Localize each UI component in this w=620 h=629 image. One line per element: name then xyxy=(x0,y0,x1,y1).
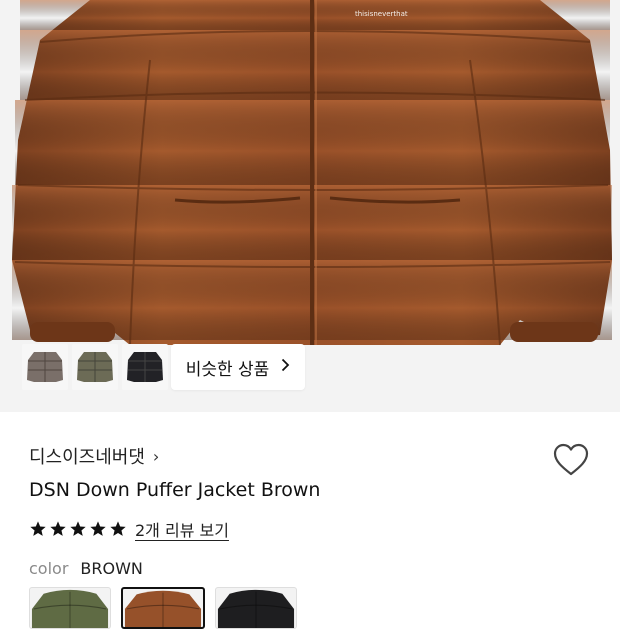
olive-jacket-thumbnail xyxy=(77,352,113,382)
review-link[interactable]: 2개 리뷰 보기 xyxy=(135,517,229,541)
favorite-button[interactable] xyxy=(552,442,590,478)
star-icon xyxy=(70,521,86,536)
product-image[interactable]: thisisneverthat 비슷한 상품 xyxy=(0,0,620,412)
rating-row: 2개 리뷰 보기 xyxy=(29,517,229,541)
heart-icon xyxy=(553,443,589,476)
brand-link[interactable]: 디스이즈네버댓 › xyxy=(29,443,159,469)
thumbnail-olive[interactable] xyxy=(72,344,118,390)
chest-logo-text: thisisneverthat xyxy=(355,10,408,18)
green-jacket-swatch-icon xyxy=(31,589,109,628)
star-icon xyxy=(90,521,106,536)
similar-products-label: 비슷한 상품 xyxy=(185,359,270,380)
rating-stars xyxy=(29,520,127,538)
color-thumbnails xyxy=(22,344,168,390)
star-icon xyxy=(30,521,46,536)
swatch-brown[interactable] xyxy=(121,587,205,629)
chevron-right-icon: › xyxy=(152,446,160,466)
swatch-green[interactable] xyxy=(29,587,111,629)
color-label: color xyxy=(29,559,69,578)
grey-jacket-thumbnail xyxy=(27,352,63,382)
brand-name: 디스이즈네버댓 xyxy=(29,447,145,468)
color-row: color BROWN xyxy=(29,559,143,578)
similar-products-button[interactable]: 비슷한 상품 xyxy=(171,344,305,390)
star-icon xyxy=(50,521,66,536)
black-jacket-thumbnail xyxy=(127,352,163,382)
color-swatches xyxy=(29,587,297,629)
black-jacket-swatch-icon xyxy=(217,589,295,628)
swatch-black[interactable] xyxy=(215,587,297,629)
chevron-right-icon xyxy=(281,358,290,376)
star-icon xyxy=(110,521,126,536)
thumbnail-black[interactable] xyxy=(122,344,168,390)
thumbnail-grey[interactable] xyxy=(22,344,68,390)
brown-jacket-swatch-icon xyxy=(124,590,202,627)
product-title: DSN Down Puffer Jacket Brown xyxy=(29,479,321,501)
color-value: BROWN xyxy=(80,559,143,578)
